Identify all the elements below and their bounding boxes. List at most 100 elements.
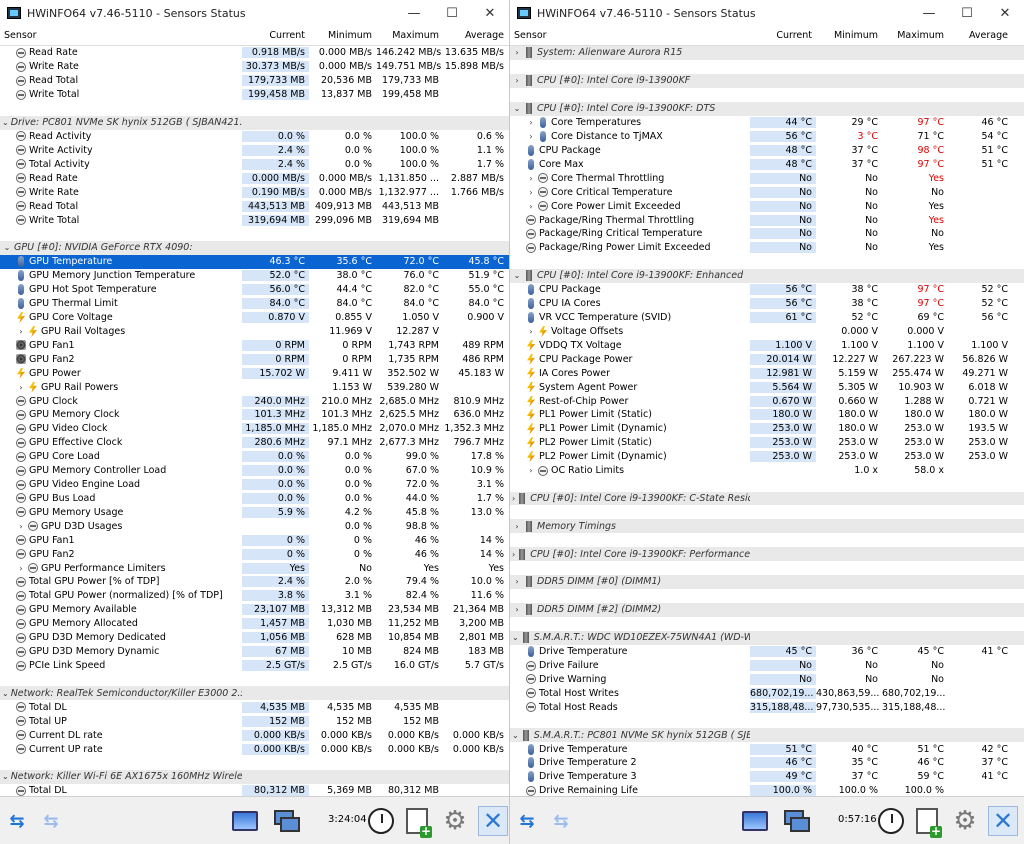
close-sensors-icon[interactable]: ✕ <box>478 806 508 836</box>
gear-icon[interactable]: ⚙ <box>950 806 980 836</box>
sensor-row[interactable]: GPU Fan1 0 % 0 % 46 % 14 % <box>0 533 509 547</box>
sensor-row[interactable]: GPU Temperature 46.3 °C 35.6 °C 72.0 °C 45.8… <box>0 254 509 269</box>
sensor-row[interactable]: Rest-of-Chip Power 0.670 W 0.660 W 1.288 W 0… <box>510 394 1024 408</box>
expand-chevron-icon[interactable]: › <box>16 327 26 336</box>
sensor-group-row[interactable]: › CPU [#0]: Intel Core i9-13900KF: C-Stat… <box>510 491 1024 506</box>
col-current[interactable]: Current <box>242 30 309 41</box>
sensor-row[interactable]: Drive Temperature 3 49 °C 37 °C 59 °C 41 °C <box>510 770 1024 784</box>
expand-chevron-icon[interactable]: › <box>512 48 522 57</box>
expand-chevron-icon[interactable]: › <box>512 494 515 503</box>
monitor-icon[interactable] <box>740 806 770 836</box>
expand-chevron-icon[interactable]: › <box>512 76 522 85</box>
expand-chevron-icon[interactable]: › <box>526 118 536 127</box>
expand-chevron-icon[interactable]: ⌄ <box>2 243 12 252</box>
sensor-row[interactable]: Total GPU Power [% of TDP] 2.4 % 2.0 % 79.4… <box>0 575 509 589</box>
add-report-icon[interactable] <box>402 806 432 838</box>
sensor-group-row[interactable]: ⌄ Network: Killer Wi-Fi 6E AX1675x 160MHz… <box>0 769 509 784</box>
col-average[interactable]: Average <box>443 30 508 41</box>
title-bar[interactable]: HWiNFO64 v7.46-5110 - Sensors Status — ☐… <box>510 0 1024 26</box>
close-sensors-icon[interactable]: ✕ <box>988 806 1018 836</box>
sensor-row[interactable]: › GPU Rail Powers 1.153 W 539.280 W <box>0 380 509 394</box>
sensor-row[interactable]: Current DL rate 0.000 KB/s 0.000 KB/s 0.000… <box>0 728 509 742</box>
sensor-list[interactable]: Read Rate 0.918 MB/s 0.000 MB/s 146.242 MB/… <box>0 46 509 816</box>
sensor-group-row[interactable]: ⌄ CPU [#0]: Intel Core i9-13900KF: Enhanc… <box>510 268 1024 283</box>
sensor-row[interactable]: Write Activity 2.4 % 0.0 % 100.0 % 1.1 % <box>0 143 509 157</box>
sensor-row[interactable]: GPU Core Load 0.0 % 0.0 % 99.0 % 17.8 % <box>0 450 509 464</box>
sensor-row[interactable]: GPU Fan1 0 RPM 0 RPM 1,743 RPM 489 RPM <box>0 338 509 352</box>
expand-chevron-icon[interactable]: ⌄ <box>512 271 522 280</box>
sensor-row[interactable]: › OC Ratio Limits 1.0 x 58.0 x <box>510 464 1024 478</box>
arrows-right-icon[interactable]: ⇆ <box>36 806 66 836</box>
sensor-row[interactable]: CPU IA Cores 56 °C 38 °C 97 °C 52 °C <box>510 297 1024 311</box>
sensor-row[interactable]: Current UP rate 0.000 KB/s 0.000 KB/s 0.000… <box>0 742 509 756</box>
sensor-group-row[interactable]: › Memory Timings <box>510 519 1024 534</box>
col-sensor[interactable]: Sensor <box>0 30 242 41</box>
sensor-row[interactable]: GPU Clock 240.0 MHz 210.0 MHz 2,685.0 MHz 81… <box>0 394 509 408</box>
network-icon[interactable] <box>782 806 812 836</box>
close-button[interactable]: ✕ <box>986 0 1024 26</box>
sensor-row[interactable]: GPU Hot Spot Temperature 56.0 °C 44.4 °C 82… <box>0 283 509 297</box>
sensor-row[interactable]: Write Total 319,694 MB 299,096 MB 319,694 M… <box>0 213 509 227</box>
expand-chevron-icon[interactable]: › <box>16 522 26 531</box>
sensor-row[interactable]: › Core Distance to TjMAX 56 °C 3 °C 71 °C 54 … <box>510 130 1024 144</box>
sensor-row[interactable]: CPU Package 56 °C 38 °C 97 °C 52 °C <box>510 283 1024 297</box>
minimize-button[interactable]: — <box>910 0 948 26</box>
sensor-row[interactable]: › GPU Performance Limiters Yes No Yes Yes <box>0 561 509 575</box>
sensor-group-row[interactable]: ⌄ S.M.A.R.T.: WDC WD10EZEX-75WN4A1 (WD-WC… <box>510 630 1024 645</box>
expand-chevron-icon[interactable]: › <box>512 605 522 614</box>
sensor-group-row[interactable]: ⌄ GPU [#0]: NVIDIA GeForce RTX 4090: <box>0 240 509 255</box>
col-minimum[interactable]: Minimum <box>816 30 882 41</box>
sensor-row[interactable]: CPU Package 48 °C 37 °C 98 °C 51 °C <box>510 143 1024 157</box>
expand-chevron-icon[interactable]: ⌄ <box>2 118 9 127</box>
sensor-row[interactable]: Drive Warning No No No <box>510 672 1024 686</box>
expand-chevron-icon[interactable]: › <box>526 327 536 336</box>
sensor-row[interactable]: GPU Thermal Limit 84.0 °C 84.0 °C 84.0 °C 84… <box>0 297 509 311</box>
sensor-row[interactable]: › Core Temperatures 44 °C 29 °C 97 °C 46 °C <box>510 116 1024 130</box>
arrows-left-icon[interactable]: ⇆ <box>512 806 542 836</box>
sensor-row[interactable]: Read Rate 0.000 MB/s 0.000 MB/s 1,131.850 .… <box>0 171 509 185</box>
expand-chevron-icon[interactable]: › <box>526 202 536 211</box>
sensor-group-row[interactable]: › DDR5 DIMM [#2] (DIMM2) <box>510 602 1024 617</box>
col-current[interactable]: Current <box>750 30 816 41</box>
sensor-row[interactable]: GPU Video Engine Load 0.0 % 0.0 % 72.0 % 3.1… <box>0 478 509 492</box>
sensor-row[interactable]: GPU Memory Clock 101.3 MHz 101.3 MHz 2,625.… <box>0 408 509 422</box>
sensor-row[interactable]: › Voltage Offsets 0.000 V 0.000 V <box>510 324 1024 338</box>
sensor-group-row[interactable]: ⌄ S.M.A.R.T.: PC801 NVMe SK hynix 512GB (… <box>510 728 1024 743</box>
sensor-row[interactable]: GPU Fan2 0 RPM 0 RPM 1,735 RPM 486 RPM <box>0 352 509 366</box>
close-button[interactable]: ✕ <box>471 0 509 26</box>
sensor-row[interactable]: Drive Temperature 45 °C 36 °C 45 °C 41 °C <box>510 645 1024 659</box>
col-minimum[interactable]: Minimum <box>309 30 376 41</box>
expand-chevron-icon[interactable]: › <box>16 564 26 573</box>
expand-chevron-icon[interactable]: ⌄ <box>512 633 519 642</box>
sensor-row[interactable]: GPU Bus Load 0.0 % 0.0 % 44.0 % 1.7 % <box>0 492 509 506</box>
expand-chevron-icon[interactable]: ⌄ <box>2 772 9 781</box>
sensor-row[interactable]: Drive Temperature 2 46 °C 35 °C 46 °C 37 °C <box>510 756 1024 770</box>
clock-icon[interactable] <box>366 806 396 836</box>
expand-chevron-icon[interactable]: › <box>526 188 536 197</box>
sensor-row[interactable]: Total UP 152 MB 152 MB 152 MB <box>0 714 509 728</box>
col-sensor[interactable]: Sensor <box>510 30 750 41</box>
sensor-row[interactable]: Total Activity 2.4 % 0.0 % 100.0 % 1.7 % <box>0 157 509 171</box>
monitor-icon[interactable] <box>230 806 260 836</box>
sensor-row[interactable]: VR VCC Temperature (SVID) 61 °C 52 °C 69 °C… <box>510 311 1024 325</box>
expand-chevron-icon[interactable]: › <box>512 577 522 586</box>
sensor-row[interactable]: GPU Core Voltage 0.870 V 0.855 V 1.050 V 0.9… <box>0 311 509 325</box>
sensor-row[interactable]: GPU Memory Junction Temperature 52.0 °C 38… <box>0 269 509 283</box>
sensor-row[interactable]: Read Activity 0.0 % 0.0 % 100.0 % 0.6 % <box>0 130 509 144</box>
expand-chevron-icon[interactable]: › <box>16 383 26 392</box>
sensor-row[interactable]: Core Max 48 °C 37 °C 97 °C 51 °C <box>510 157 1024 171</box>
expand-chevron-icon[interactable]: ⌄ <box>2 689 9 698</box>
sensor-row[interactable]: Total Host Reads 315,188,48... 97,730,535.… <box>510 700 1024 714</box>
sensor-row[interactable]: Read Total 443,513 MB 409,913 MB 443,513 MB <box>0 199 509 213</box>
add-report-icon[interactable] <box>912 806 942 838</box>
title-bar[interactable]: HWiNFO64 v7.46-5110 - Sensors Status — ☐… <box>0 0 509 26</box>
sensor-group-row[interactable]: ⌄ CPU [#0]: Intel Core i9-13900KF: DTS <box>510 101 1024 116</box>
sensor-row[interactable]: IA Cores Power 12.981 W 5.159 W 255.474 W 49… <box>510 366 1024 380</box>
arrows-right-icon[interactable]: ⇆ <box>546 806 576 836</box>
sensor-row[interactable]: Total Host Writes 680,702,19... 430,863,59… <box>510 686 1024 700</box>
sensor-group-row[interactable]: › CPU [#0]: Intel Core i9-13900KF: Perfor… <box>510 547 1024 562</box>
sensor-row[interactable]: Read Total 179,733 MB 20,536 MB 179,733 MB <box>0 74 509 88</box>
sensor-group-row[interactable]: › DDR5 DIMM [#0] (DIMM1) <box>510 575 1024 589</box>
expand-chevron-icon[interactable]: › <box>512 522 522 531</box>
network-icon[interactable] <box>272 806 302 836</box>
